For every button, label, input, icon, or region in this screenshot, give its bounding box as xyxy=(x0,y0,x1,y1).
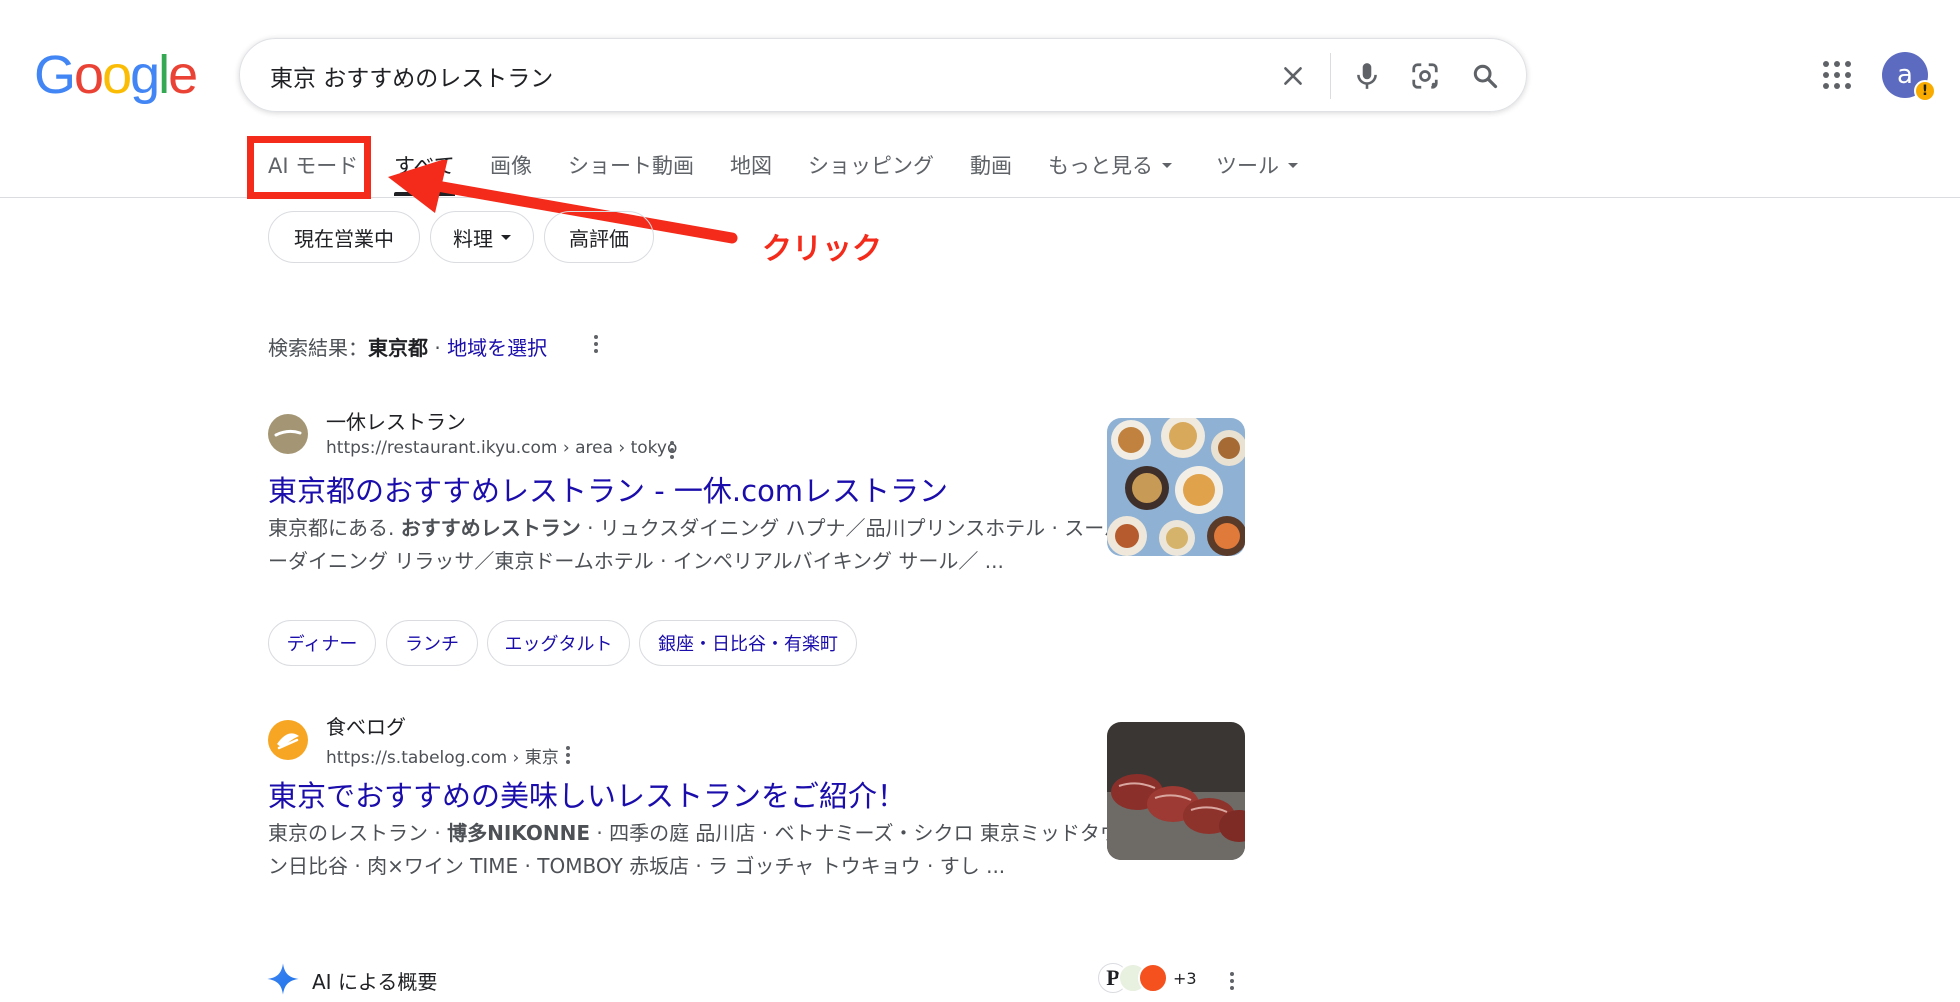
caret-down-icon xyxy=(1288,162,1298,168)
ikyu-favicon-icon xyxy=(268,414,308,454)
location-line: 検索結果：東京都 · 地域を選択 xyxy=(268,332,547,361)
result-more-options-icon[interactable] xyxy=(565,746,571,764)
result-snippet: 東京都にある. おすすめレストラン · リュクスダイニング ハプナ／品川プリンス… xyxy=(268,512,1128,578)
result-thumbnail-food-table[interactable] xyxy=(1107,418,1245,556)
tab-more-label: もっと見る xyxy=(1048,154,1153,178)
clear-icon[interactable] xyxy=(1274,57,1312,95)
snippet-text: 東京のレストラン · xyxy=(268,821,448,845)
avatar-letter: a xyxy=(1897,60,1913,90)
result-thumbnail-beef-sushi[interactable] xyxy=(1107,722,1245,860)
apps-grid-icon[interactable] xyxy=(1823,61,1851,89)
logo-letter: o xyxy=(102,45,132,105)
warning-badge-icon: ! xyxy=(1914,80,1936,102)
sources-count[interactable]: +3 xyxy=(1173,969,1197,988)
tab-more[interactable]: もっと見る xyxy=(1048,150,1172,182)
choose-area-link[interactable]: 地域を選択 xyxy=(447,336,547,360)
filter-chip-top-rated[interactable]: 高評価 xyxy=(544,211,654,263)
tab-tools[interactable]: ツール xyxy=(1216,150,1298,182)
search-divider xyxy=(1330,53,1331,99)
ai-more-options-icon[interactable] xyxy=(1229,972,1235,990)
annotation-highlight-box xyxy=(247,136,371,199)
logo-letter: o xyxy=(74,45,104,105)
snippet-text: 東京都にある. xyxy=(268,516,401,540)
sitelink-egg-tart[interactable]: エッグタルト xyxy=(487,620,630,666)
result-url[interactable]: https://s.tabelog.com › 東京 xyxy=(326,743,559,768)
filter-chip-label: 料理 xyxy=(453,226,493,251)
result-site-name[interactable]: 食べログ xyxy=(326,711,406,740)
sitelink-dinner[interactable]: ディナー xyxy=(268,620,376,666)
ai-overview-label: AI による概要 xyxy=(312,970,438,994)
caret-down-icon xyxy=(1162,162,1172,168)
snippet-bold: おすすめレストラン xyxy=(400,516,581,540)
result-title-link[interactable]: 東京都のおすすめレストラン - 一休.comレストラン xyxy=(268,468,948,510)
result-more-options-icon[interactable] xyxy=(669,441,675,459)
tab-videos[interactable]: 動画 xyxy=(970,150,1012,182)
more-options-icon[interactable] xyxy=(593,335,599,353)
sitelink-lunch[interactable]: ランチ xyxy=(386,620,478,666)
location-separator: · xyxy=(428,336,448,360)
logo-letter: G xyxy=(34,45,76,105)
location-prefix: 検索結果： xyxy=(268,336,368,360)
tab-shopping[interactable]: ショッピング xyxy=(808,150,934,182)
sitelink-ginza[interactable]: 銀座・日比谷・有楽町 xyxy=(639,620,857,666)
snippet-bold: 博多NIKONNE xyxy=(447,821,590,845)
google-logo[interactable]: Google xyxy=(34,44,198,106)
result-site-name[interactable]: 一休レストラン xyxy=(326,406,466,435)
annotation-label: クリック xyxy=(762,232,882,267)
result-url[interactable]: https://restaurant.ikyu.com › area › tok… xyxy=(326,438,677,458)
camera-lens-icon[interactable] xyxy=(1406,57,1444,95)
search-box[interactable]: 東京 おすすめのレストラン xyxy=(239,38,1527,112)
source-favicon-icon xyxy=(1138,963,1168,993)
location-place: 東京都 xyxy=(368,336,428,360)
ai-sparkle-icon xyxy=(267,963,299,995)
microphone-icon[interactable] xyxy=(1348,57,1386,95)
tab-tools-label: ツール xyxy=(1216,154,1279,178)
logo-letter: g xyxy=(130,45,160,105)
search-input[interactable]: 東京 おすすめのレストラン xyxy=(270,59,553,93)
filter-chip-cuisine[interactable]: 料理 xyxy=(430,211,534,263)
result-snippet: 東京のレストラン · 博多NIKONNE · 四季の庭 品川店 · ベトナミーズ… xyxy=(268,817,1128,883)
filter-chip-open-now[interactable]: 現在営業中 xyxy=(268,211,420,263)
search-icon[interactable] xyxy=(1466,57,1504,95)
result-title-link[interactable]: 東京でおすすめの美味しいレストランをご紹介！ xyxy=(268,773,906,815)
caret-down-icon xyxy=(501,234,511,240)
tabelog-favicon-icon xyxy=(268,720,308,760)
logo-letter: e xyxy=(168,45,198,105)
logo-letter: l xyxy=(158,45,170,105)
